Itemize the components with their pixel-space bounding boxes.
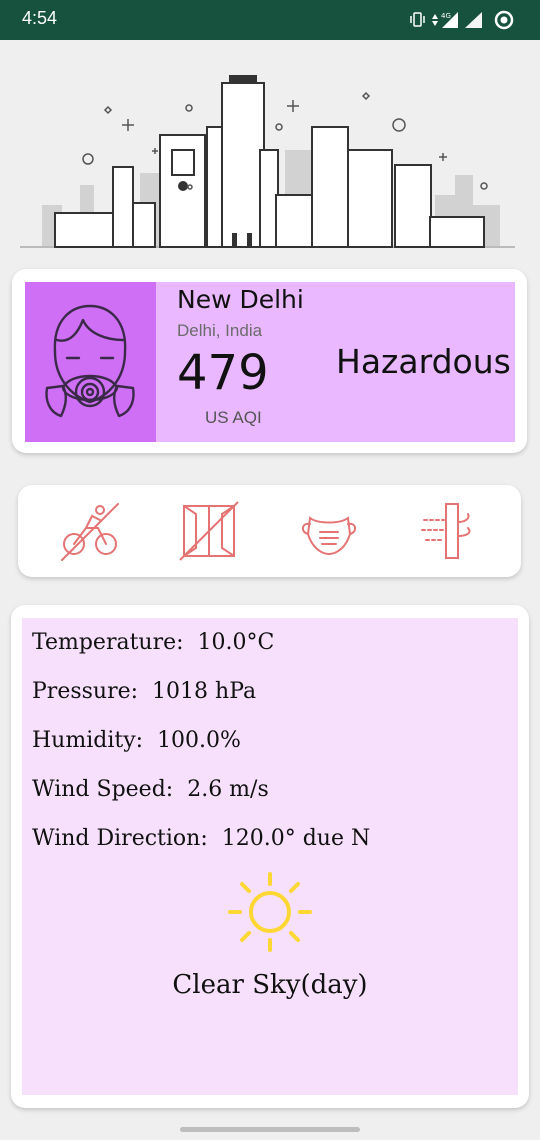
pressure-label: Pressure: xyxy=(32,679,139,704)
aqi-level: Hazardous xyxy=(336,342,511,381)
sun-icon xyxy=(228,872,312,952)
gesture-nav-bar[interactable] xyxy=(180,1127,360,1132)
temperature-value: 10.0°C xyxy=(197,630,275,655)
aqi-summary: New Delhi Delhi, India 479 US AQI Hazard… xyxy=(25,282,515,442)
temperature-label: Temperature: xyxy=(32,630,184,655)
vibrate-icon xyxy=(410,12,425,27)
humidity-label: Humidity: xyxy=(32,728,144,753)
wind-direction-row: Wind Direction: 120.0° due N xyxy=(32,826,370,851)
humidity-row: Humidity: 100.0% xyxy=(32,728,241,753)
signal-icon-2 xyxy=(465,12,482,28)
pollution-mask-icon-box xyxy=(25,282,156,442)
pressure-row: Pressure: 1018 hPa xyxy=(32,679,256,704)
temperature-row: Temperature: 10.0°C xyxy=(32,630,274,655)
city-skyline-illustration xyxy=(20,75,515,248)
status-bar: 4:54 4G xyxy=(0,0,540,40)
face-mask-icon[interactable] xyxy=(296,498,362,564)
health-tips-card xyxy=(18,485,521,577)
wind-speed-row: Wind Speed: 2.6 m/s xyxy=(32,777,269,802)
wind-speed-label: Wind Speed: xyxy=(32,777,174,802)
no-cycling-icon[interactable] xyxy=(56,498,122,564)
gas-mask-icon xyxy=(45,304,135,418)
wind-direction-value: 120.0° due N xyxy=(221,826,371,851)
aqi-unit: US AQI xyxy=(205,408,262,427)
pressure-value: 1018 hPa xyxy=(152,679,257,704)
status-icons: 4G xyxy=(410,10,514,30)
weather-card: Temperature: 10.0°C Pressure: 1018 hPa H… xyxy=(11,605,529,1108)
city-name: New Delhi xyxy=(177,285,304,314)
humidity-value: 100.0% xyxy=(157,728,241,753)
status-time: 4:54 xyxy=(22,8,58,28)
weather-condition: Clear Sky(day) xyxy=(172,970,368,1000)
wind-speed-value: 2.6 m/s xyxy=(187,777,269,802)
region-name: Delhi, India xyxy=(177,321,263,340)
data-arrows-icon xyxy=(432,14,438,26)
wind-direction-label: Wind Direction: xyxy=(32,826,208,851)
aqi-value: 479 xyxy=(177,345,269,401)
sync-icon xyxy=(494,10,514,30)
svg-text:4G: 4G xyxy=(441,12,451,20)
closed-window-icon[interactable] xyxy=(176,498,242,564)
air-purifier-icon[interactable] xyxy=(416,498,482,564)
weather-details: Temperature: 10.0°C Pressure: 1018 hPa H… xyxy=(22,618,518,1095)
aqi-card: New Delhi Delhi, India 479 US AQI Hazard… xyxy=(12,269,527,453)
